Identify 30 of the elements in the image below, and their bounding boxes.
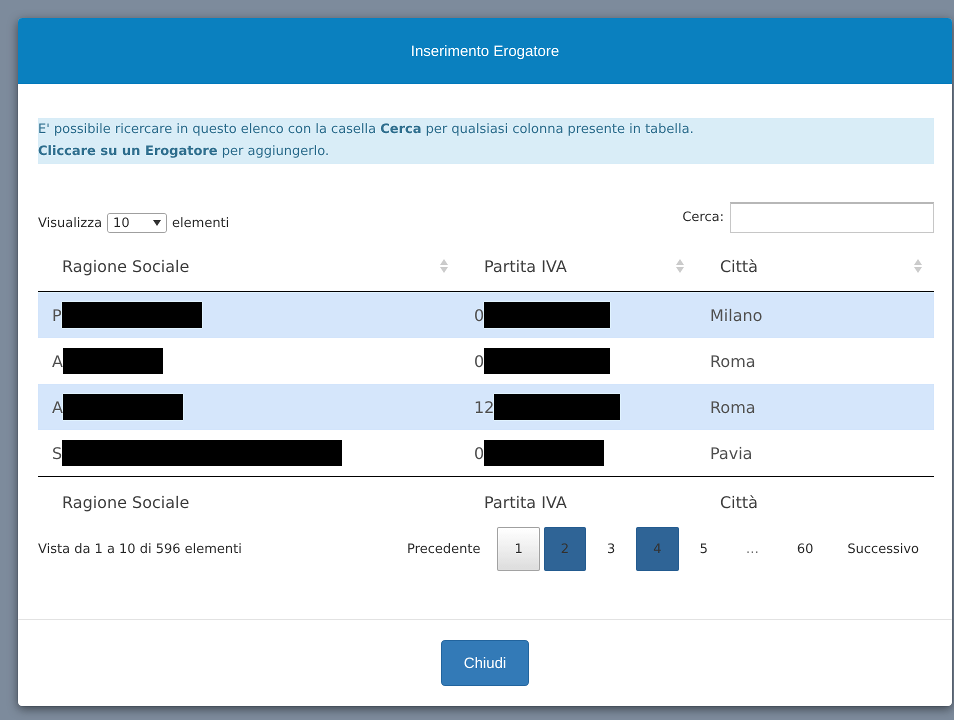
table-info: Vista da 1 a 10 di 596 elementi [38, 542, 242, 556]
page-link[interactable]: 1 [497, 527, 540, 571]
table-row-cell[interactable]: 12 [460, 384, 696, 430]
length-select[interactable]: 10 [107, 213, 168, 233]
page-link[interactable]: Successivo [834, 527, 932, 571]
sort-icon [440, 258, 448, 274]
table-row-cell[interactable]: 0 [460, 292, 696, 338]
page-link[interactable]: 60 [780, 527, 830, 571]
column-footer: Ragione Sociale [62, 492, 190, 512]
sort-icon [914, 258, 922, 274]
info-text: Cliccare su un Erogatore per aggiungerlo. [38, 143, 330, 161]
table-row-cell[interactable]: Milano [696, 292, 934, 338]
search-field[interactable] [730, 202, 934, 233]
page-link[interactable]: … [728, 527, 776, 571]
search-label: Cerca: [682, 210, 724, 225]
sort-icon [676, 258, 684, 274]
table-row-cell[interactable]: Roma [696, 384, 934, 430]
caret-icon [153, 220, 162, 226]
info-text: E' possibile ricercare in questo elenco con la casella Cerca per qualsiasi colonna presente in tabella. [38, 121, 695, 139]
page-link[interactable]: 3 [590, 527, 632, 571]
table-row-cell[interactable]: P [38, 292, 460, 338]
page-link[interactable]: 5 [682, 527, 725, 571]
column-footer: Partita IVA [484, 492, 567, 512]
column-footer: Città [720, 492, 758, 512]
length-label: Visualizza [38, 216, 102, 230]
length-label: elementi [172, 216, 230, 230]
close-button[interactable]: Chiudi [441, 640, 529, 686]
page-link[interactable]: Precedente [394, 527, 494, 571]
table-row-cell[interactable]: A [38, 384, 460, 430]
dialog-title: Inserimento Erogatore [410, 42, 560, 60]
